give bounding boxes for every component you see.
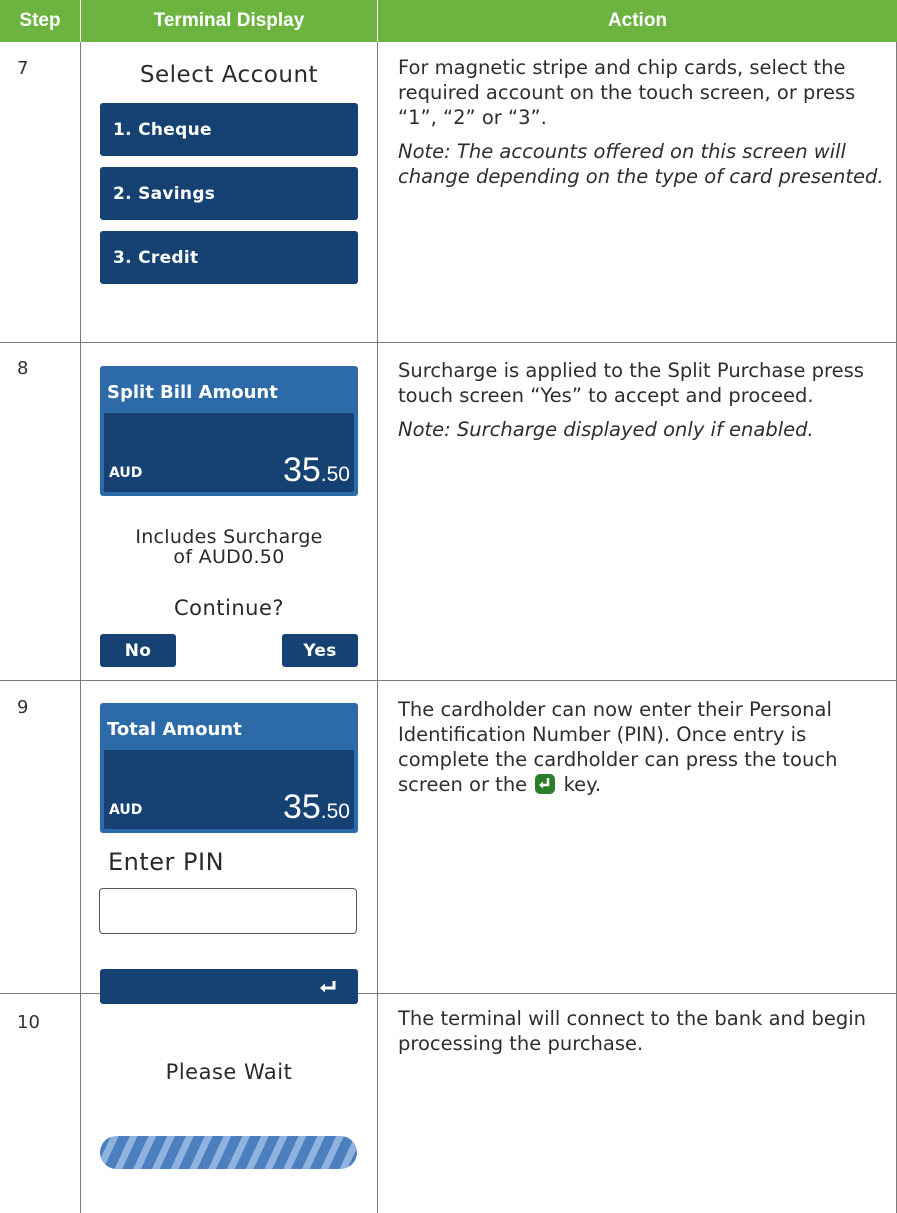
account-button-savings[interactable]: 2. Savings [100, 167, 358, 220]
amount-cents: .50 [320, 800, 350, 823]
split-bill-amount-panel: Split Bill Amount AUD 35.50 [100, 366, 358, 496]
amount-display: AUD 35.50 [104, 750, 354, 829]
step-number: 9 [17, 697, 29, 718]
enter-return-icon [320, 980, 336, 992]
screen-title-select-account: Select Account [139, 62, 319, 88]
amount-cents: .50 [320, 463, 350, 486]
enter-button[interactable] [100, 969, 358, 1004]
total-amount-panel: Total Amount AUD 35.50 [100, 703, 358, 833]
action-text-step-9: The cardholder can now enter their Perso… [398, 697, 886, 806]
action-note: Note: Surcharge displayed only if enable… [398, 418, 814, 441]
surcharge-line-2: of AUD0.50 [173, 546, 285, 568]
row-divider-1 [0, 342, 897, 343]
account-button-cheque[interactable]: 1. Cheque [100, 103, 358, 156]
action-paragraph: The cardholder can now enter their Perso… [398, 697, 886, 797]
col-divider-1 [80, 42, 81, 1213]
please-wait-title: Please Wait [165, 1060, 293, 1084]
action-text-after-key: key. [563, 773, 602, 796]
amount-value: 35.50 [283, 451, 350, 490]
header-terminal-display: Terminal Display [81, 0, 377, 42]
step-number: 7 [17, 58, 29, 79]
action-text-step-10: The terminal will connect to the bank an… [398, 1006, 886, 1065]
surcharge-line-1: Includes Surcharge [135, 526, 323, 548]
currency-label: AUD [109, 465, 143, 481]
amount-dollars: 35 [282, 788, 321, 826]
action-text-step-7: For magnetic stripe and chip cards, sele… [398, 55, 886, 198]
amount-value: 35.50 [283, 788, 350, 827]
amount-label: Total Amount [107, 719, 242, 740]
step-number: 10 [17, 1012, 40, 1033]
no-button[interactable]: No [100, 634, 176, 667]
enter-key-icon [535, 774, 556, 794]
amount-label: Split Bill Amount [107, 382, 278, 403]
action-text-before-key: The cardholder can now enter their Perso… [398, 698, 838, 796]
amount-dollars: 35 [282, 451, 321, 489]
action-paragraph: The terminal will connect to the bank an… [398, 1007, 867, 1055]
surcharge-info: Includes Surcharge of AUD0.50 [100, 527, 358, 567]
header-action: Action [378, 0, 897, 42]
enter-pin-prompt: Enter PIN [108, 848, 225, 876]
continue-question: Continue? [173, 596, 285, 620]
action-note: Note: The accounts offered on this scree… [398, 140, 884, 188]
action-text-step-8: Surcharge is applied to the Split Purcha… [398, 358, 886, 451]
pin-input[interactable] [99, 888, 357, 934]
amount-display: AUD 35.50 [104, 413, 354, 492]
row-divider-2 [0, 680, 897, 681]
header-step: Step [0, 0, 80, 42]
account-button-credit[interactable]: 3. Credit [100, 231, 358, 284]
step-number: 8 [17, 358, 29, 379]
action-paragraph: Surcharge is applied to the Split Purcha… [398, 359, 864, 407]
progress-bar [100, 1136, 357, 1169]
currency-label: AUD [109, 802, 143, 818]
instruction-table: Step Terminal Display Action 7 Select Ac… [0, 0, 897, 1213]
yes-button[interactable]: Yes [282, 634, 358, 667]
action-paragraph: For magnetic stripe and chip cards, sele… [398, 56, 856, 129]
col-divider-2 [377, 42, 378, 1213]
